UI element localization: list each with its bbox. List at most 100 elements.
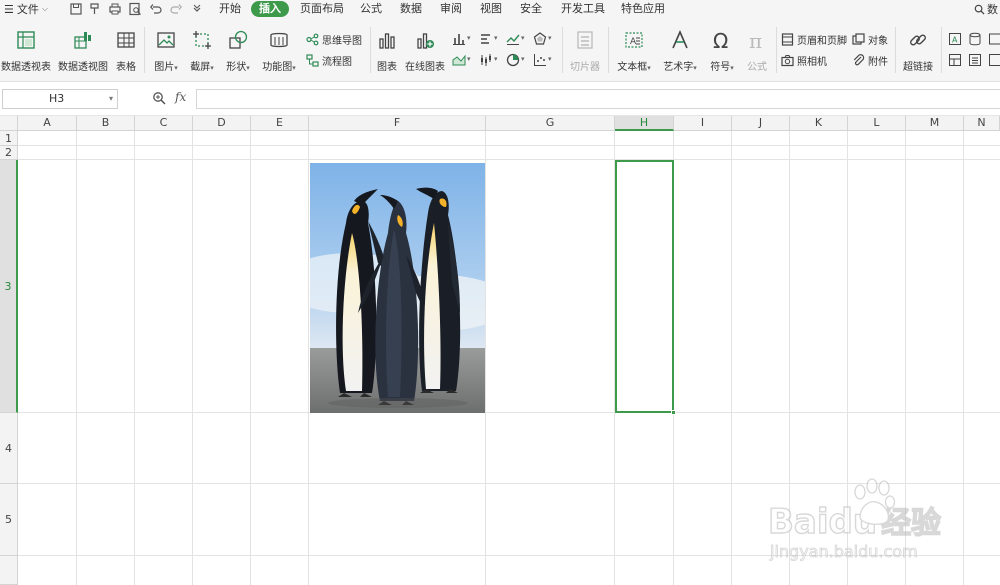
hyperlink-button[interactable]: 超链接 xyxy=(901,29,935,73)
mind-map-button[interactable]: 思维导图 xyxy=(306,32,362,47)
column-header-i[interactable]: I xyxy=(674,116,732,131)
chevron-down-icon[interactable]: ▾ xyxy=(467,55,471,63)
ribbon-separator xyxy=(144,27,145,73)
chevron-down-icon[interactable]: ▾ xyxy=(548,34,552,42)
row-header-6[interactable] xyxy=(0,556,18,585)
zoom-icon[interactable] xyxy=(152,91,166,105)
tab-review[interactable]: 审阅 xyxy=(440,1,462,17)
column-header-l[interactable]: L xyxy=(848,116,906,131)
column-header-g[interactable]: G xyxy=(486,116,615,131)
chevron-down-icon[interactable]: ▾ xyxy=(494,55,498,63)
column-header-n[interactable]: N xyxy=(964,116,1000,131)
chevron-down-icon[interactable]: ▾ xyxy=(109,90,113,108)
list-icon[interactable] xyxy=(968,53,982,67)
window-icon[interactable] xyxy=(988,32,1000,46)
svg-text:Ω: Ω xyxy=(713,29,728,51)
format-painter-icon[interactable] xyxy=(88,2,102,16)
row-header-4[interactable]: 4 xyxy=(0,413,18,484)
row-header-3[interactable]: 3 xyxy=(0,160,18,413)
symbol-label: 符号▾ xyxy=(710,62,734,73)
column-header-a[interactable]: A xyxy=(18,116,77,131)
column-header-e[interactable]: E xyxy=(251,116,309,131)
table-button[interactable]: 表格 xyxy=(114,29,138,73)
text-frame-icon[interactable]: A xyxy=(948,32,962,46)
line-chart-icon[interactable] xyxy=(506,32,520,46)
word-art-button[interactable]: 艺术字▾ xyxy=(660,29,700,73)
slicer-button[interactable]: 切片器 xyxy=(568,29,602,73)
selected-cell-h3[interactable] xyxy=(615,160,676,415)
tab-page-layout[interactable]: 页面布局 xyxy=(300,1,344,17)
header-footer-button[interactable]: 页眉和页脚 xyxy=(781,32,847,47)
ribbon-separator xyxy=(608,27,609,73)
symbol-button[interactable]: Ω 符号▾ xyxy=(707,29,737,73)
stock-chart-icon[interactable] xyxy=(479,53,493,67)
row-header-1[interactable]: 1 xyxy=(0,131,18,146)
column-header-f[interactable]: F xyxy=(309,116,486,131)
ribbon-separator xyxy=(941,27,942,73)
column-chart-icon[interactable] xyxy=(452,32,466,46)
pie-chart-icon[interactable] xyxy=(506,53,520,67)
layout-icon[interactable] xyxy=(948,53,962,67)
chevron-down-icon[interactable]: ▾ xyxy=(494,34,498,42)
tab-insert[interactable]: 插入 xyxy=(251,1,289,17)
fill-handle[interactable] xyxy=(671,410,676,415)
chevron-down-icon[interactable]: ▾ xyxy=(548,55,552,63)
online-chart-button[interactable]: 在线图表 xyxy=(405,29,445,73)
chart-button[interactable]: 图表 xyxy=(375,29,399,73)
search-box[interactable]: 数 xyxy=(974,1,998,17)
tab-formulas[interactable]: 公式 xyxy=(360,1,382,17)
chevron-down-icon[interactable]: ▾ xyxy=(521,34,525,42)
scatter-chart-icon[interactable] xyxy=(533,53,547,67)
shapes-icon xyxy=(227,29,249,51)
file-menu[interactable]: ☰ 文件 ⌵ xyxy=(4,1,48,17)
tab-special-features[interactable]: 特色应用 xyxy=(621,1,665,17)
ribbon-separator xyxy=(895,27,896,73)
camera-button[interactable]: 照相机 xyxy=(781,53,827,68)
bar-chart-horizontal-icon[interactable] xyxy=(479,32,493,46)
column-header-j[interactable]: J xyxy=(732,116,790,131)
row-header-2[interactable]: 2 xyxy=(0,146,18,160)
row-header-5[interactable]: 5 xyxy=(0,484,18,556)
column-header-c[interactable]: C xyxy=(135,116,193,131)
save-icon[interactable] xyxy=(69,2,83,16)
tab-view[interactable]: 视图 xyxy=(480,1,502,17)
tab-data[interactable]: 数据 xyxy=(400,1,422,17)
tab-developer[interactable]: 开发工具 xyxy=(561,1,605,17)
formula-input[interactable] xyxy=(196,89,1000,109)
camera-icon xyxy=(781,55,794,67)
name-box[interactable]: H3 ▾ xyxy=(2,89,118,109)
undo-icon[interactable] xyxy=(149,2,163,16)
tab-home[interactable]: 开始 xyxy=(219,1,241,17)
select-all-corner[interactable] xyxy=(0,116,18,131)
picture-icon xyxy=(155,29,177,51)
function-chart-button[interactable]: 功能图▾ xyxy=(261,29,297,73)
attachment-button[interactable]: 附件 xyxy=(852,53,888,68)
form-icon[interactable] xyxy=(988,53,1000,67)
column-header-m[interactable]: M xyxy=(906,116,964,131)
pivot-table-button[interactable]: 数据透视表 xyxy=(1,29,51,73)
column-header-h[interactable]: H xyxy=(615,116,674,131)
print-preview-icon[interactable] xyxy=(128,2,142,16)
chevron-down-icon[interactable]: ▾ xyxy=(467,34,471,42)
customize-icon[interactable] xyxy=(190,2,204,16)
equation-button[interactable]: π 公式 xyxy=(743,29,771,73)
chevron-down-icon[interactable]: ▾ xyxy=(521,55,525,63)
column-header-k[interactable]: K xyxy=(790,116,848,131)
text-box-button[interactable]: A 文本框▾ xyxy=(614,29,654,73)
screenshot-button[interactable]: 截屏▾ xyxy=(188,29,216,73)
column-header-d[interactable]: D xyxy=(193,116,251,131)
object-button[interactable]: 对象 xyxy=(852,32,888,47)
radar-chart-icon[interactable] xyxy=(533,32,547,46)
redo-icon[interactable] xyxy=(169,2,183,16)
print-icon[interactable] xyxy=(108,2,122,16)
fx-icon[interactable]: fx xyxy=(175,90,186,104)
tab-security[interactable]: 安全 xyxy=(520,1,542,17)
flowchart-button[interactable]: 流程图 xyxy=(306,53,352,68)
cylinder-icon[interactable] xyxy=(968,32,982,46)
inserted-picture[interactable] xyxy=(310,163,485,413)
shapes-button[interactable]: 形状▾ xyxy=(224,29,252,73)
area-chart-icon[interactable] xyxy=(452,53,466,67)
column-header-b[interactable]: B xyxy=(77,116,135,131)
pivot-chart-button[interactable]: 数据透视图 xyxy=(58,29,108,73)
picture-button[interactable]: 图片▾ xyxy=(152,29,180,73)
